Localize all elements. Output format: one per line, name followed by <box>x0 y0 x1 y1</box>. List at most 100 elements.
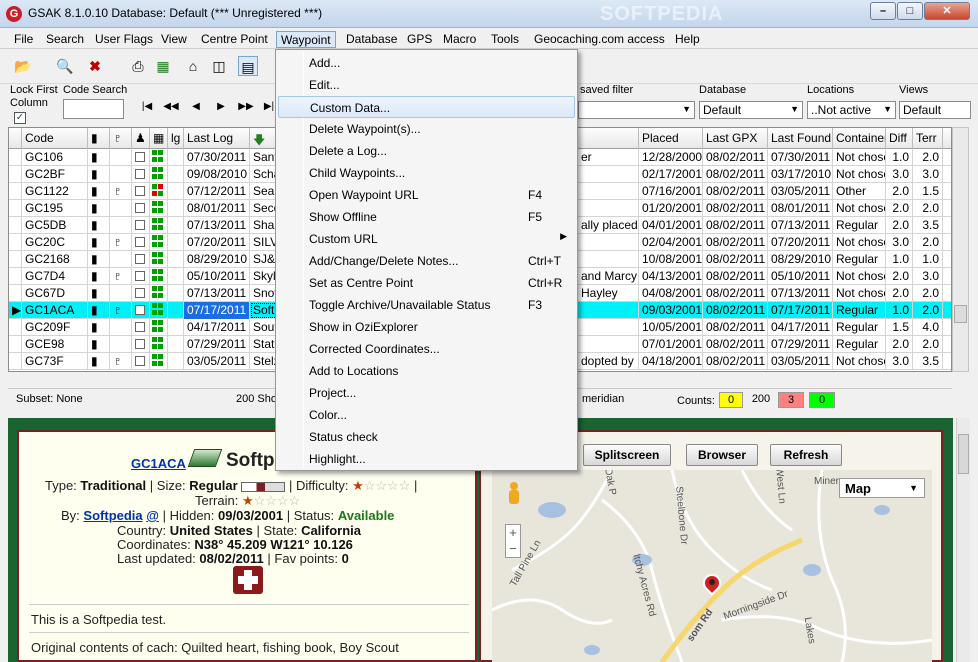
cell-last-found[interactable]: 03/05/2011 <box>768 353 833 370</box>
minimize-button[interactable]: – <box>870 2 896 20</box>
user-flag-checkbox[interactable] <box>132 336 150 353</box>
cell-diff[interactable]: 1.0 <box>886 251 913 268</box>
menu-item-corrected-coordinates[interactable]: Corrected Coordinates... <box>278 338 575 360</box>
cell-last-log[interactable]: 07/29/2011 <box>184 336 250 353</box>
cell-terr[interactable]: 2.0 <box>913 302 943 319</box>
cell-last-gpx[interactable]: 08/02/2011 <box>703 234 768 251</box>
logs-header-icon[interactable]: ▦ <box>150 128 168 149</box>
pegman-icon[interactable] <box>507 482 521 510</box>
scrollbar-thumb[interactable] <box>954 305 967 323</box>
bottom-scrollbar-thumb[interactable] <box>958 434 969 474</box>
cell-diff[interactable]: 3.0 <box>886 353 913 370</box>
cell-last-found[interactable]: 05/10/2011 <box>768 268 833 285</box>
user-flag-checkbox[interactable] <box>132 302 150 319</box>
cell-placed[interactable]: 04/01/2001 <box>639 217 703 234</box>
cell-terr[interactable]: 3.5 <box>913 353 943 370</box>
map-view[interactable]: Oak P Tall Pine Ln ltchy Acres Rd Steelb… <box>492 470 932 662</box>
menu-geocaching-access[interactable]: Geocaching.com access <box>530 31 669 48</box>
code-search-input[interactable] <box>63 99 124 119</box>
cell-last-found[interactable]: 07/17/2011 <box>768 302 833 319</box>
user-flag-checkbox[interactable] <box>132 200 150 217</box>
zoom-in-button[interactable]: + <box>506 525 520 541</box>
cell-owner[interactable]: dopted by N <box>578 353 639 370</box>
database-select[interactable]: Default ▼ <box>699 101 803 119</box>
cell-last-gpx[interactable]: 08/02/2011 <box>703 302 768 319</box>
cell-code[interactable]: GC20C <box>22 234 88 251</box>
menu-item-open-waypoint-url[interactable]: Open Waypoint URL F4 <box>278 184 575 206</box>
flag-header-icon[interactable]: ♟ <box>132 128 150 149</box>
splitscreen-button[interactable]: Splitscreen <box>583 444 671 466</box>
cell-terr[interactable]: 1.5 <box>913 183 943 200</box>
menu-item-child-waypoints[interactable]: Child Waypoints... <box>278 162 575 184</box>
user-flag-checkbox[interactable] <box>132 319 150 336</box>
cell-container[interactable]: Not chose <box>833 234 886 251</box>
window-icon[interactable]: ▤ <box>238 56 258 76</box>
cell-code[interactable]: GC2168 <box>22 251 88 268</box>
cell-owner[interactable] <box>578 166 639 183</box>
menu-view[interactable]: View <box>157 31 191 48</box>
cell-owner[interactable] <box>578 336 639 353</box>
user-flag-checkbox[interactable] <box>132 149 150 166</box>
next-record-button[interactable]: ▶ <box>212 99 230 115</box>
cell-placed[interactable]: 01/20/2001 <box>639 200 703 217</box>
cell-placed[interactable]: 09/03/2001 <box>639 302 703 319</box>
cell-code[interactable]: GC2BF <box>22 166 88 183</box>
first-record-button[interactable]: |◀ <box>138 99 156 115</box>
bottom-scrollbar[interactable] <box>956 418 970 662</box>
cell-placed[interactable]: 10/05/2001 <box>639 319 703 336</box>
menu-item-custom-data[interactable]: Custom Data... <box>278 96 575 118</box>
menu-waypoint[interactable]: Waypoint <box>276 31 336 48</box>
cell-last-gpx[interactable]: 08/02/2011 <box>703 268 768 285</box>
cell-code[interactable]: GC195 <box>22 200 88 217</box>
cell-last-gpx[interactable]: 08/02/2011 <box>703 183 768 200</box>
cell-last-log[interactable]: 05/10/2011 <box>184 268 250 285</box>
cell-placed[interactable]: 04/08/2001 <box>639 285 703 302</box>
cell-last-log[interactable]: 07/17/2011 <box>184 302 250 319</box>
owner-mail-link[interactable]: @ <box>146 508 159 523</box>
cell-container[interactable]: Regular <box>833 319 886 336</box>
zoom-out-button[interactable]: − <box>506 541 520 557</box>
user-flag-checkbox[interactable] <box>132 183 150 200</box>
cell-code[interactable]: GC106 <box>22 149 88 166</box>
cache-code-link[interactable]: GC1ACA <box>131 456 186 471</box>
cell-terr[interactable]: 2.0 <box>913 336 943 353</box>
cell-owner[interactable] <box>578 183 639 200</box>
cell-owner[interactable] <box>578 234 639 251</box>
cell-owner[interactable]: er <box>578 149 639 166</box>
cell-container[interactable]: Regular <box>833 217 886 234</box>
cell-code[interactable]: GC1ACA <box>22 302 88 319</box>
user-flag-checkbox[interactable] <box>132 234 150 251</box>
prev-page-button[interactable]: ◀◀ <box>162 99 180 115</box>
cell-code[interactable]: GC73F <box>22 353 88 370</box>
cell-last-gpx[interactable]: 08/02/2011 <box>703 285 768 302</box>
cell-code[interactable]: GC209F <box>22 319 88 336</box>
menu-item-show-in-oziexplorer[interactable]: Show in OziExplorer <box>278 316 575 338</box>
views-select[interactable]: Default <box>899 101 971 119</box>
cell-diff[interactable]: 2.0 <box>886 268 913 285</box>
header-container[interactable]: Container <box>833 128 886 149</box>
cell-container[interactable]: Not chose <box>833 285 886 302</box>
user-flag-checkbox[interactable] <box>132 166 150 183</box>
header-last-gpx[interactable]: Last GPX <box>703 128 768 149</box>
close-button[interactable]: ✕ <box>924 2 970 20</box>
menu-item-delete-waypoint-s[interactable]: Delete Waypoint(s)... <box>278 118 575 140</box>
cell-last-log[interactable]: 08/29/2010 <box>184 251 250 268</box>
cell-placed[interactable]: 12/28/2000 <box>639 149 703 166</box>
cell-diff[interactable]: 1.5 <box>886 319 913 336</box>
cell-terr[interactable]: 2.0 <box>913 234 943 251</box>
menu-gps[interactable]: GPS <box>403 31 436 48</box>
owner-link[interactable]: Softpedia <box>83 508 142 523</box>
first-aid-icon[interactable] <box>233 566 263 594</box>
cell-owner[interactable]: Hayley <box>578 285 639 302</box>
cell-last-found[interactable]: 07/13/2011 <box>768 285 833 302</box>
cell-container[interactable]: Not chose <box>833 200 886 217</box>
menu-item-highlight[interactable]: Highlight... <box>278 448 575 470</box>
cell-terr[interactable]: 3.5 <box>913 217 943 234</box>
cell-container[interactable]: Not chose <box>833 268 886 285</box>
user-flag-checkbox[interactable] <box>132 353 150 370</box>
menu-help[interactable]: Help <box>671 31 704 48</box>
cell-diff[interactable]: 2.0 <box>886 217 913 234</box>
menu-centre-point[interactable]: Centre Point <box>197 31 272 48</box>
search-icon[interactable]: 🔍 <box>55 56 75 76</box>
cell-terr[interactable]: 2.0 <box>913 149 943 166</box>
